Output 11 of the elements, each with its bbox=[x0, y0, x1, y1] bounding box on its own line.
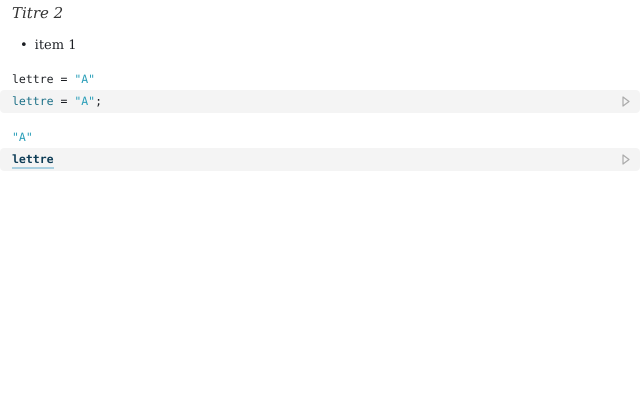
heading: Titre 2 bbox=[12, 3, 64, 24]
bullet: • bbox=[20, 36, 28, 54]
code-editor[interactable]: lettre bbox=[0, 148, 640, 170]
code-editor[interactable]: lettre = "A"; bbox=[0, 90, 640, 112]
play-icon[interactable] bbox=[622, 96, 630, 106]
list-item: item 1 bbox=[34, 36, 76, 54]
play-icon[interactable] bbox=[622, 154, 630, 164]
code-line: lettre bbox=[12, 148, 54, 170]
cell-output: "A" bbox=[12, 130, 33, 144]
cell-output: lettre = "A" bbox=[12, 72, 96, 86]
code-line: lettre = "A"; bbox=[12, 92, 102, 110]
